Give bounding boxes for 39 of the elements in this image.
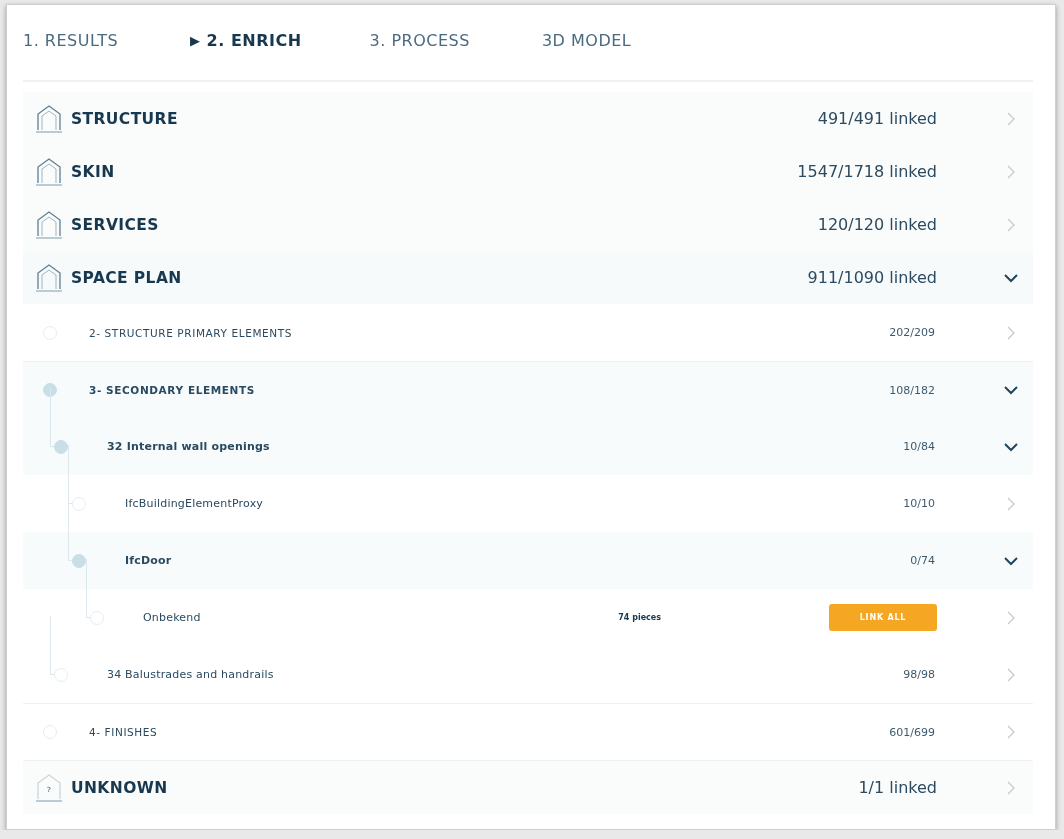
tree-node-label[interactable]: 34 Balustrades and handrails — [107, 668, 274, 681]
linked-count: 10/10 — [903, 497, 935, 510]
linked-count: 1547/1718 linked — [797, 162, 937, 181]
tree-node-label[interactable]: 32 Internal wall openings — [107, 440, 270, 453]
linked-count: 491/491 linked — [817, 109, 937, 128]
chevron-down-icon[interactable] — [1003, 385, 1019, 395]
tree-node-label[interactable]: IfcBuildingElementProxy — [125, 497, 264, 510]
linked-count: 98/98 — [903, 668, 935, 681]
pieces-count: 74 pieces — [618, 613, 661, 622]
chevron-down-icon[interactable] — [1003, 555, 1019, 566]
category-title[interactable]: STRUCTURE — [71, 109, 818, 128]
tree-node-label[interactable]: IfcDoor — [125, 554, 172, 567]
category-title[interactable]: UNKNOWN — [71, 778, 859, 797]
house-icon — [35, 156, 63, 187]
linked-count: 601/699 — [889, 725, 935, 739]
chevron-down-icon[interactable] — [1003, 441, 1019, 452]
linked-count: 911/1090 linked — [807, 268, 937, 287]
house-icon — [35, 262, 63, 293]
category-title[interactable]: SERVICES — [71, 215, 818, 234]
step-tab[interactable]: 3. PROCESS — [369, 31, 470, 50]
chevron-down-icon[interactable] — [1003, 272, 1019, 283]
category-title[interactable]: SPACE PLAN — [71, 268, 808, 287]
play-marker: ▶ — [190, 33, 201, 48]
step-tab[interactable]: ▶ 2. ENRICH — [190, 31, 302, 50]
linked-count: 108/182 — [889, 383, 935, 397]
tree-node-label[interactable]: Onbekend — [143, 611, 201, 624]
tree-node-label[interactable]: 3- SECONDARY ELEMENTS — [89, 384, 255, 396]
linked-count: 1/1 linked — [858, 778, 937, 797]
linked-count: 0/74 — [910, 554, 935, 567]
tree-node-label[interactable]: 2- STRUCTURE PRIMARY ELEMENTS — [89, 326, 293, 339]
step-tab[interactable]: 3D MODEL — [541, 31, 632, 50]
linked-count: 10/84 — [903, 440, 935, 453]
step-tab[interactable]: 1. RESULTS — [23, 31, 119, 50]
category-title[interactable]: SKIN — [71, 162, 798, 181]
linked-count: 202/209 — [889, 326, 935, 339]
house-icon — [35, 209, 63, 240]
linked-count: 120/120 linked — [817, 215, 937, 234]
tree-node-label[interactable]: 4- FINISHES — [89, 726, 158, 738]
house-icon — [35, 103, 63, 134]
